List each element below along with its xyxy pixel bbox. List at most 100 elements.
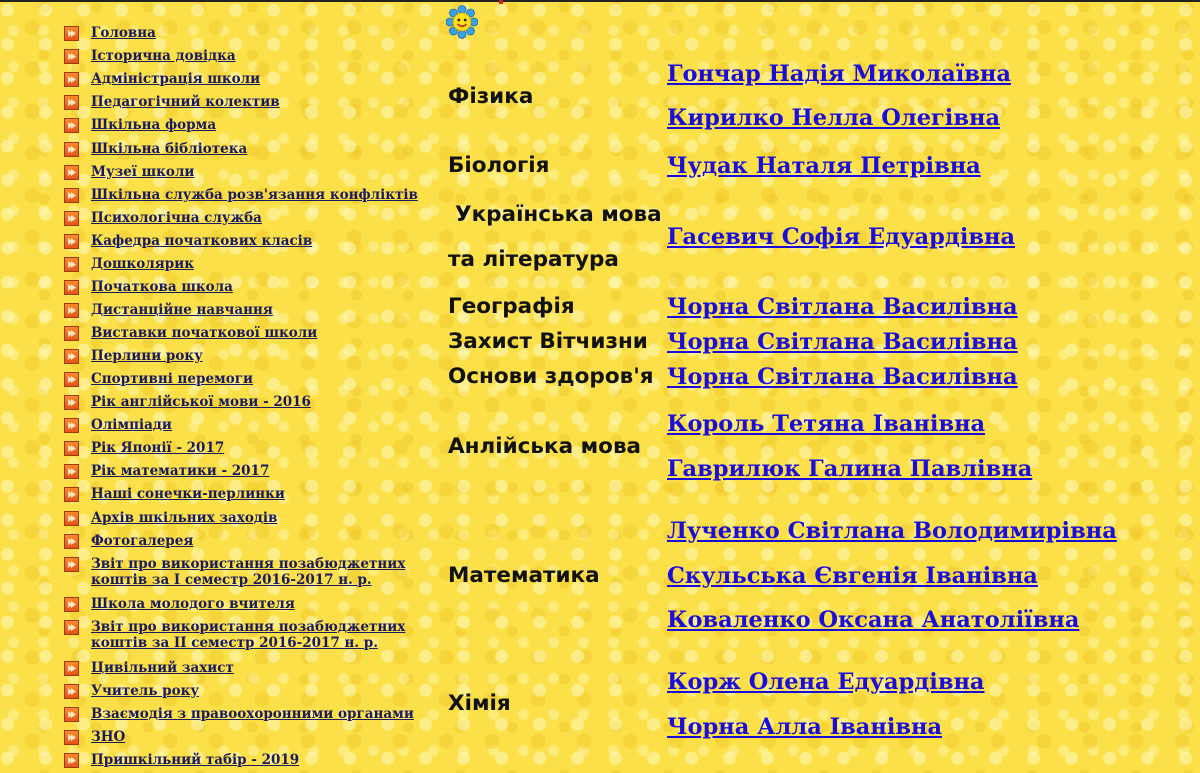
nav-link[interactable]: Шкільна служба розв'язання конфліктів [91, 187, 418, 203]
nav-link[interactable]: Головна [91, 25, 156, 41]
nav-item[interactable]: Рік Японії - 2017 [64, 440, 224, 456]
nav-link[interactable]: Учитель року [91, 683, 199, 699]
teacher-link[interactable]: Чудак Наталя Петрівна [667, 152, 981, 180]
nav-item[interactable]: Початкова школа [64, 279, 233, 295]
arrow-bullet-icon [64, 511, 79, 526]
nav-link[interactable]: Рік англійської мови - 2016 [91, 394, 311, 410]
nav-item[interactable]: Олімпіади [64, 417, 172, 433]
arrow-bullet-icon [64, 234, 79, 249]
nav-link[interactable]: Спортивні перемоги [91, 371, 253, 387]
nav-item[interactable]: Дошколярик [64, 256, 194, 272]
nav-item[interactable]: Рік англійської мови - 2016 [64, 394, 311, 410]
nav-link[interactable]: Цивільний захист [91, 660, 234, 676]
nav-link[interactable]: Шкільна форма [91, 117, 216, 133]
nav-link[interactable]: Архів шкільних заходів [91, 510, 277, 526]
teacher-link[interactable]: Чорна Алла Іванівна [667, 713, 942, 741]
teacher-link[interactable]: Король Тетяна Іванівна [667, 410, 985, 438]
teacher-link[interactable]: Гончар Надія Миколаївна [667, 60, 1011, 88]
nav-link[interactable]: Пришкільний табір - 2019 [91, 752, 299, 768]
arrow-bullet-icon [64, 487, 79, 502]
nav-item[interactable]: Рік математики - 2017 [64, 463, 269, 479]
nav-item[interactable]: Звіт про використання позабюджетних кошт… [64, 556, 431, 588]
nav-item[interactable]: Наші сонечки-перлинки [64, 486, 285, 502]
teacher-link[interactable]: Гасевич Софія Едуардівна [667, 223, 1015, 251]
nav-item[interactable]: Звіт про використання позабюджетних кошт… [64, 619, 431, 651]
subject-biology: Біологія [448, 153, 550, 178]
nav-link[interactable]: Адміністрація школи [91, 71, 260, 87]
nav-link[interactable]: Наші сонечки-перлинки [91, 486, 285, 502]
nav-link[interactable]: Олімпіади [91, 417, 172, 433]
nav-link[interactable]: Кафедра початкових класів [91, 233, 312, 249]
nav-link[interactable]: Шкільна бібліотека [91, 141, 247, 157]
nav-link[interactable]: Педагогічний колектив [91, 94, 280, 110]
nav-item[interactable]: Психологічна служба [64, 210, 262, 226]
nav-item[interactable]: Кафедра початкових класів [64, 233, 312, 249]
arrow-bullet-icon [64, 597, 79, 612]
nav-item[interactable]: Головна [64, 25, 156, 41]
teacher-link[interactable]: Лученко Світлана Володимирівна [667, 517, 1117, 545]
arrow-bullet-icon [64, 418, 79, 433]
nav-item[interactable]: Історична довідка [64, 48, 236, 64]
teacher-link[interactable]: Коваленко Оксана Анатоліївна [667, 606, 1079, 634]
subject-ukrainian-line1: Українська мова [455, 202, 662, 227]
teacher-link[interactable]: Чорна Світлана Василівна [667, 293, 1018, 321]
arrow-bullet-icon [64, 620, 79, 635]
nav-link[interactable]: Початкова школа [91, 279, 233, 295]
nav-item[interactable]: Архів шкільних заходів [64, 510, 277, 526]
teacher-link[interactable]: Скульська Євгенія Іванівна [667, 562, 1038, 590]
nav-link[interactable]: Дошколярик [91, 256, 194, 272]
nav-link[interactable]: Рік Японії - 2017 [91, 440, 224, 456]
arrow-bullet-icon [64, 372, 79, 387]
nav-link[interactable]: Школа молодого вчителя [91, 596, 295, 612]
arrow-bullet-icon [64, 257, 79, 272]
nav-link[interactable]: Фотогалерея [91, 533, 193, 549]
nav-item[interactable]: Пришкільний табір - 2019 [64, 752, 299, 768]
nav-item[interactable]: Виставки початкової школи [64, 325, 317, 341]
subject-chemistry: Хімія [448, 691, 511, 716]
nav-link[interactable]: Дистанційне навчання [91, 302, 273, 318]
arrow-bullet-icon [64, 26, 79, 41]
nav-item[interactable]: Адміністрація школи [64, 71, 260, 87]
teacher-link[interactable]: Чорна Світлана Василівна [667, 363, 1018, 391]
nav-link[interactable]: Історична довідка [91, 48, 236, 64]
nav-link[interactable]: Звіт про використання позабюджетних кошт… [91, 556, 431, 588]
nav-link[interactable]: Звіт про використання позабюджетних кошт… [91, 619, 431, 651]
nav-link[interactable]: Музеї школи [91, 164, 194, 180]
nav-link[interactable]: Виставки початкової школи [91, 325, 317, 341]
teacher-link[interactable]: Гаврилюк Галина Павлівна [667, 455, 1032, 483]
teacher-link[interactable]: Кирилко Нелла Олегівна [667, 104, 1000, 132]
nav-link[interactable]: ЗНО [91, 729, 125, 745]
nav-item[interactable]: Шкільна форма [64, 117, 216, 133]
subject-ukrainian-line2: та література [448, 247, 619, 272]
nav-item[interactable]: Шкільна служба розв'язання конфліктів [64, 187, 418, 203]
teacher-link[interactable]: Корж Олена Едуардівна [667, 668, 985, 696]
nav-item[interactable]: Спортивні перемоги [64, 371, 253, 387]
arrow-bullet-icon [64, 165, 79, 180]
arrow-bullet-icon [64, 118, 79, 133]
nav-item[interactable]: Музеї школи [64, 164, 194, 180]
nav-item[interactable]: Шкільна бібліотека [64, 141, 247, 157]
arrow-bullet-icon [64, 349, 79, 364]
arrow-bullet-icon [64, 707, 79, 722]
nav-item[interactable]: Педагогічний колектив [64, 94, 280, 110]
arrow-bullet-icon [64, 142, 79, 157]
nav-link[interactable]: Рік математики - 2017 [91, 463, 269, 479]
arrow-bullet-icon [64, 753, 79, 768]
nav-link[interactable]: Взаємодія з правоохоронними органами [91, 706, 414, 722]
nav-item[interactable]: Фотогалерея [64, 533, 193, 549]
subject-health: Основи здоров'я [448, 364, 654, 389]
nav-link[interactable]: Психологічна служба [91, 210, 262, 226]
arrow-bullet-icon [64, 395, 79, 410]
nav-item[interactable]: Перлини року [64, 348, 203, 364]
nav-item[interactable]: Дистанційне навчання [64, 302, 273, 318]
nav-link[interactable]: Перлини року [91, 348, 203, 364]
nav-item[interactable]: Взаємодія з правоохоронними органами [64, 706, 414, 722]
nav-item[interactable]: ЗНО [64, 729, 125, 745]
smiley-flower-icon [445, 5, 479, 39]
nav-item[interactable]: Цивільний захист [64, 660, 234, 676]
subject-defense: Захист Вітчизни [448, 329, 648, 354]
teacher-link[interactable]: Чорна Світлана Василівна [667, 328, 1018, 356]
arrow-bullet-icon [64, 211, 79, 226]
nav-item[interactable]: Учитель року [64, 683, 199, 699]
nav-item[interactable]: Школа молодого вчителя [64, 596, 295, 612]
